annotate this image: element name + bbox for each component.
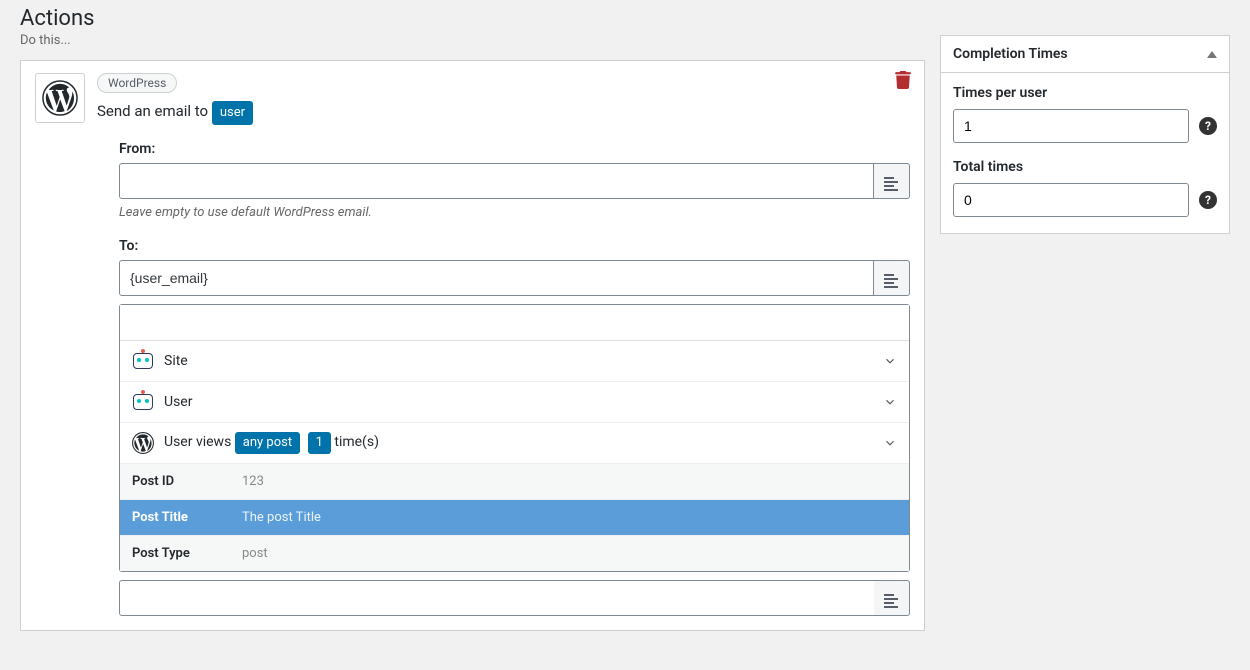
tag-category-label: Site xyxy=(164,353,188,369)
tag-picker-scroll[interactable]: Site User xyxy=(120,341,909,571)
tags-icon xyxy=(884,272,900,284)
robot-icon xyxy=(132,350,154,372)
delete-action-button[interactable] xyxy=(894,71,912,89)
times-per-user-input[interactable] xyxy=(953,109,1189,143)
to-label: To: xyxy=(119,238,910,254)
chevron-down-icon xyxy=(883,436,897,450)
chevron-down-icon xyxy=(883,354,897,368)
tag-option-key: Post Title xyxy=(132,510,242,525)
tags-icon xyxy=(884,592,900,604)
completion-times-panel: Completion Times Times per user ? Total … xyxy=(940,35,1230,234)
to-input[interactable] xyxy=(119,260,874,296)
panel-title: Completion Times xyxy=(953,46,1068,62)
tags-icon xyxy=(884,175,900,187)
robot-icon xyxy=(132,391,154,413)
total-times-input[interactable] xyxy=(953,183,1189,217)
tag-option[interactable]: Post Title The post Title xyxy=(120,499,909,535)
tag-option-key: Post Type xyxy=(132,546,242,561)
tag-search-input[interactable] xyxy=(120,305,909,341)
from-hint: Leave empty to use default WordPress ema… xyxy=(119,205,910,220)
next-field-input[interactable] xyxy=(119,580,874,616)
tag-category-user[interactable]: User xyxy=(120,381,909,422)
page-subtitle: Do this... xyxy=(20,33,925,48)
tag-option[interactable]: Post ID 123 xyxy=(120,463,909,499)
help-icon[interactable]: ? xyxy=(1199,191,1217,209)
action-recipient-token[interactable]: user xyxy=(212,101,253,125)
tag-option-value: post xyxy=(242,546,268,561)
tag-category-site[interactable]: Site xyxy=(120,341,909,381)
integration-chip: WordPress xyxy=(97,73,177,93)
tag-option-key: Post ID xyxy=(132,474,242,489)
tag-option-value: 123 xyxy=(242,474,264,489)
wordpress-icon xyxy=(35,73,85,123)
wordpress-icon xyxy=(132,432,154,454)
tag-category-trigger[interactable]: User views any post 1 time(s) xyxy=(120,422,909,463)
trigger-count-token: 1 xyxy=(308,432,331,454)
completion-times-toggle[interactable]: Completion Times xyxy=(941,36,1229,73)
next-field-tags-button[interactable] xyxy=(874,580,910,616)
tag-option-value: The post Title xyxy=(242,510,321,525)
chevron-down-icon xyxy=(883,395,897,409)
trigger-post-token: any post xyxy=(235,432,300,454)
tag-picker-panel: Site User xyxy=(119,304,910,572)
to-tags-button[interactable] xyxy=(874,260,910,296)
times-per-user-label: Times per user xyxy=(953,85,1217,101)
action-sentence: Send an email to user xyxy=(97,101,253,125)
help-icon[interactable]: ? xyxy=(1199,117,1217,135)
total-times-label: Total times xyxy=(953,159,1217,175)
action-card: WordPress Send an email to user From: xyxy=(20,60,925,631)
tag-category-label: User views any post 1 time(s) xyxy=(164,432,379,454)
page-title: Actions xyxy=(20,6,925,31)
from-label: From: xyxy=(119,141,910,157)
from-tags-button[interactable] xyxy=(874,163,910,199)
from-input[interactable] xyxy=(119,163,874,199)
tag-option[interactable]: Post Type post xyxy=(120,535,909,571)
action-sentence-prefix: Send an email to xyxy=(97,102,212,120)
tag-category-label: User xyxy=(164,394,192,410)
collapse-icon xyxy=(1207,51,1217,58)
